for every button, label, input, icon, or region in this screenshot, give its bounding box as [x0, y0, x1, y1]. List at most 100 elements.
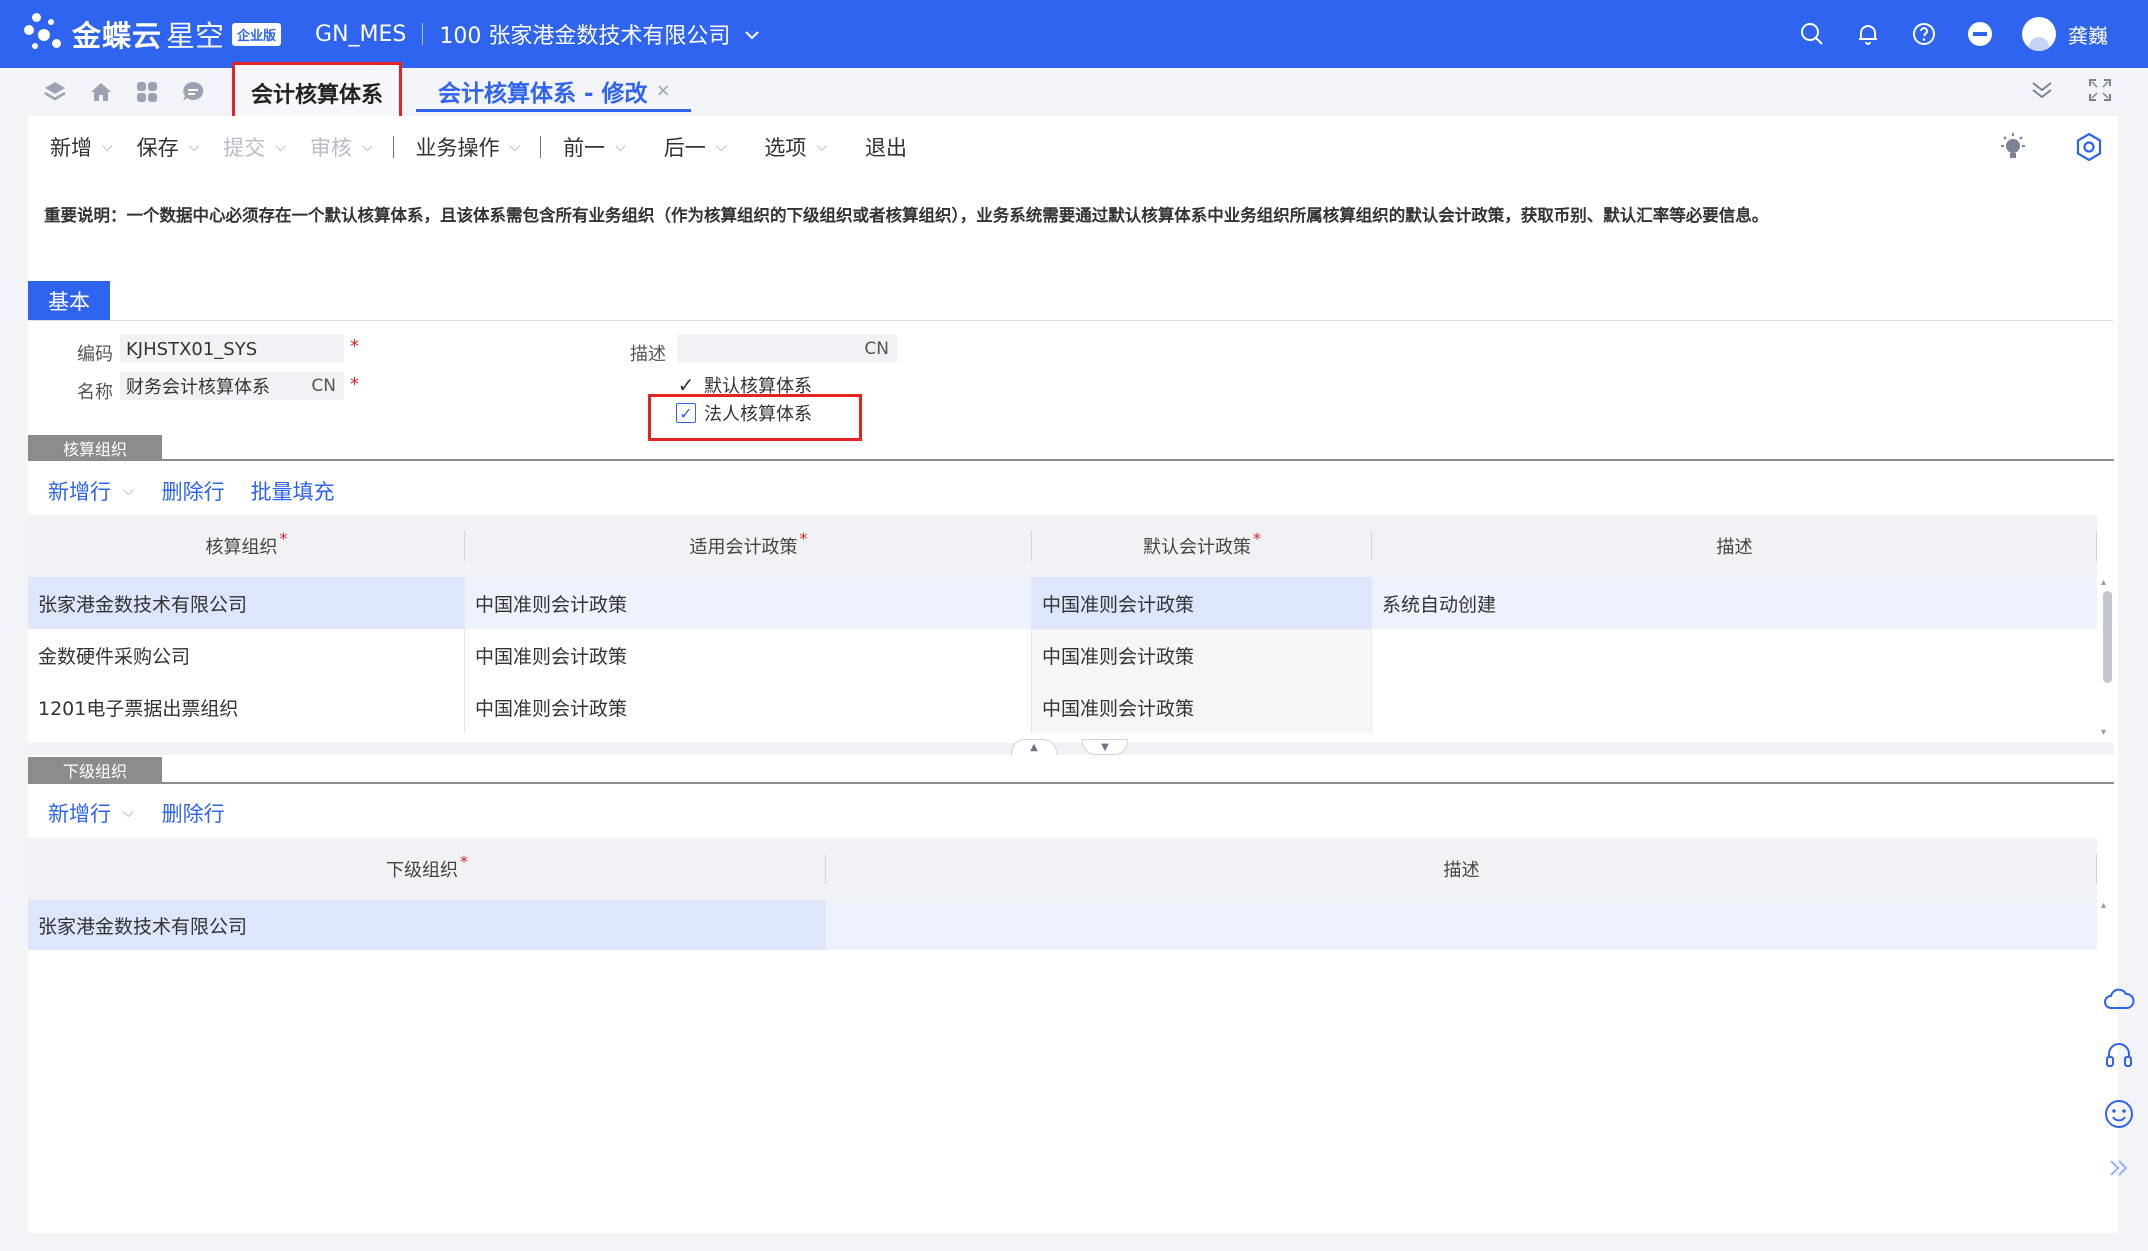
highlight-box: [648, 394, 862, 441]
table-row[interactable]: 金数硬件采购公司 中国准则会计政策 中国准则会计政策: [28, 629, 2097, 681]
logo-dots-icon: [22, 11, 68, 57]
expand-down-icon[interactable]: ▼: [1082, 739, 1128, 755]
toolbar-exit-button[interactable]: 退出: [865, 132, 907, 162]
toolbar-new-button[interactable]: 新增 ⌵: [50, 132, 113, 162]
tab-accounting-system[interactable]: 会计核算体系: [232, 62, 402, 124]
layers-icon[interactable]: [42, 79, 68, 105]
toolbar-save-button[interactable]: 保存 ⌵: [137, 132, 200, 162]
search-icon[interactable]: [1798, 20, 1826, 48]
settings-gear-icon[interactable]: [2074, 132, 2104, 167]
column-header-org[interactable]: 核算组织 *: [28, 515, 465, 577]
top-bar: 金蝶云 星空 企业版 GN_MES 100 张家港金数技术有限公司 龚巍: [0, 0, 2148, 68]
double-chevron-down-icon[interactable]: [2030, 78, 2054, 106]
toolbar-previous-button[interactable]: 前一 ⌵: [563, 132, 626, 162]
scroll-up-icon[interactable]: ▴: [2101, 577, 2106, 588]
scroll-up-icon[interactable]: ▴: [2101, 900, 2106, 911]
chevron-down-icon[interactable]: ⌵: [123, 805, 134, 821]
toolbar-business-ops-button[interactable]: 业务操作 ⌵: [416, 132, 521, 162]
column-header-description[interactable]: 描述: [1372, 515, 2097, 577]
name-language-tag[interactable]: CN: [311, 376, 336, 396]
chevron-down-icon[interactable]: ⌵: [816, 139, 827, 155]
scrollbar-thumb[interactable]: [2103, 591, 2112, 683]
chat-icon[interactable]: [180, 79, 206, 105]
chevron-down-icon[interactable]: ⌵: [510, 139, 521, 155]
kingdee-logo[interactable]: 金蝶云 星空 企业版: [22, 11, 282, 57]
collapse-up-icon[interactable]: ▲: [1011, 739, 1057, 755]
chevron-down-icon[interactable]: ⌵: [275, 139, 286, 155]
description-field[interactable]: CN: [677, 335, 897, 363]
apps-grid-icon[interactable]: [134, 79, 160, 105]
column-header-label: 描述: [1443, 860, 1480, 881]
chevron-down-icon[interactable]: ⌵: [615, 139, 626, 155]
cell-policy[interactable]: 中国准则会计政策: [465, 681, 1032, 733]
chevron-down-icon[interactable]: [744, 25, 760, 44]
toolbar-next-button[interactable]: 后一 ⌵: [664, 132, 727, 162]
add-row-button[interactable]: 新增行: [48, 476, 111, 506]
cell-org[interactable]: 1201电子票据出票组织: [28, 681, 465, 733]
grid-scrollbar[interactable]: ▴ ▾: [2100, 577, 2114, 743]
name-field[interactable]: 财务会计核算体系 CN: [120, 372, 344, 400]
batch-fill-button[interactable]: 批量填充: [251, 476, 335, 506]
column-header-policy[interactable]: 适用会计政策 *: [465, 515, 1032, 577]
grid-header: 核算组织 * 适用会计政策 * 默认会计政策 * 描述: [28, 515, 2097, 577]
column-header-label: 描述: [1716, 537, 1753, 558]
org-selector[interactable]: 100 张家港金数技术有限公司: [439, 18, 730, 50]
delete-row-button[interactable]: 删除行: [162, 798, 225, 828]
toolbar-options-button[interactable]: 选项 ⌵: [764, 132, 827, 162]
tab-basic[interactable]: 基本: [28, 281, 110, 320]
section-accounting-orgs[interactable]: 核算组织: [28, 435, 162, 460]
table-row[interactable]: 张家港金数技术有限公司: [28, 900, 2097, 950]
grid-scrollbar[interactable]: ▴: [2100, 900, 2114, 950]
column-header-sub-org[interactable]: 下级组织 *: [28, 838, 826, 900]
tab-accounting-system-edit[interactable]: 会计核算体系 - 修改 ×: [416, 72, 691, 112]
description-language-tag[interactable]: CN: [864, 339, 889, 359]
cell-description[interactable]: [1372, 629, 2097, 681]
minus-circle-icon[interactable]: [1966, 20, 1994, 48]
column-header-description[interactable]: 描述: [826, 838, 2097, 900]
toolbar-audit-button[interactable]: 审核 ⌵: [310, 132, 373, 162]
cell-default-policy[interactable]: 中国准则会计政策: [1032, 629, 1372, 681]
toolbar-submit-button[interactable]: 提交 ⌵: [223, 132, 286, 162]
cell-description[interactable]: [826, 900, 2097, 950]
home-icon[interactable]: [88, 79, 114, 105]
section-sub-orgs[interactable]: 下级组织: [28, 757, 162, 782]
avatar[interactable]: [2022, 17, 2056, 51]
close-icon[interactable]: ×: [656, 80, 671, 101]
cell-policy[interactable]: 中国准则会计政策: [465, 629, 1032, 681]
cloud-icon[interactable]: [2103, 986, 2135, 1016]
chevron-down-icon[interactable]: ⌵: [189, 139, 200, 155]
expand-right-icon[interactable]: [2108, 1158, 2130, 1182]
cell-default-policy[interactable]: 中国准则会计政策: [1032, 681, 1372, 733]
scroll-down-icon[interactable]: ▾: [2101, 727, 2106, 738]
headset-icon[interactable]: [2104, 1040, 2134, 1074]
check-icon[interactable]: ✓: [676, 373, 696, 397]
delete-row-button[interactable]: 删除行: [162, 476, 225, 506]
cell-default-policy[interactable]: 中国准则会计政策: [1032, 577, 1372, 629]
table-row[interactable]: 张家港金数技术有限公司 中国准则会计政策 中国准则会计政策 系统自动创建: [28, 577, 2097, 629]
add-row-button[interactable]: 新增行: [48, 798, 111, 828]
chevron-down-icon[interactable]: ⌵: [716, 139, 727, 155]
database-name[interactable]: GN_MES: [315, 22, 406, 47]
toolbar-options-label: 选项: [764, 136, 807, 160]
user-name[interactable]: 龚巍: [2068, 20, 2108, 49]
accounting-orgs-actions: 新增行 ⌵ 删除行 批量填充: [48, 476, 335, 506]
table-row[interactable]: 1201电子票据出票组织 中国准则会计政策 中国准则会计政策: [28, 681, 2097, 733]
cell-policy[interactable]: 中国准则会计政策: [465, 577, 1032, 629]
bulb-icon[interactable]: [1998, 132, 2028, 167]
smile-icon[interactable]: [2103, 1098, 2135, 1134]
cell-org[interactable]: 金数硬件采购公司: [28, 629, 465, 681]
code-field[interactable]: KJHSTX01_SYS: [120, 335, 344, 363]
cell-description[interactable]: 系统自动创建: [1372, 577, 2097, 629]
column-header-default-policy[interactable]: 默认会计政策 *: [1032, 515, 1372, 577]
bell-icon[interactable]: [1854, 20, 1882, 48]
cell-sub-org[interactable]: 张家港金数技术有限公司: [28, 900, 826, 950]
chevron-down-icon[interactable]: ⌵: [102, 139, 113, 155]
cell-description[interactable]: [1372, 681, 2097, 733]
fullscreen-icon[interactable]: [2088, 78, 2112, 106]
description-label: 描述: [630, 344, 666, 365]
help-icon[interactable]: [1910, 20, 1938, 48]
chevron-down-icon[interactable]: ⌵: [123, 483, 134, 499]
chevron-down-icon[interactable]: ⌵: [362, 139, 373, 155]
column-header-label: 默认会计政策: [1143, 537, 1251, 558]
cell-org[interactable]: 张家港金数技术有限公司: [28, 577, 465, 629]
